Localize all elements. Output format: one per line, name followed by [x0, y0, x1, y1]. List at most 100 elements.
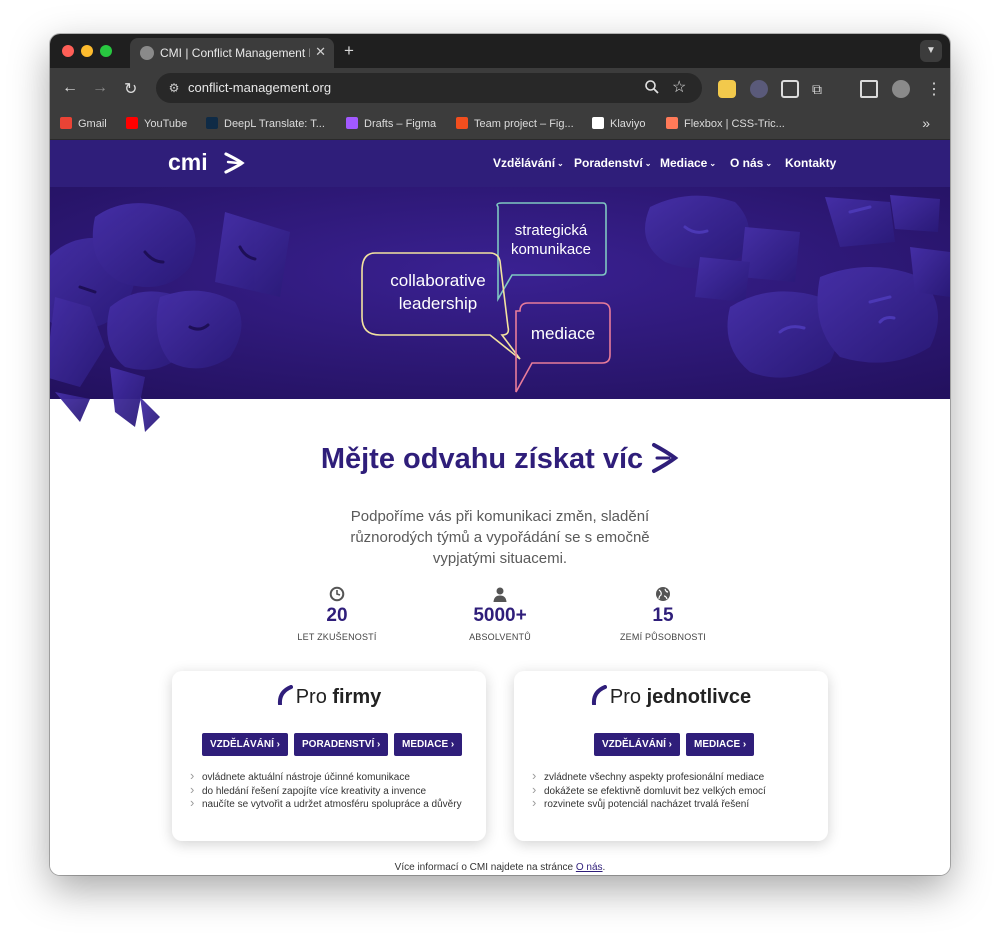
globe-icon — [655, 586, 671, 602]
cmi-chevron-icon — [652, 443, 679, 473]
nav-item[interactable]: Poradenství ⌄ — [574, 156, 651, 170]
bookmark-label: Team project – Fig... — [474, 118, 574, 130]
zoom-window-button[interactable] — [100, 45, 112, 57]
tab-search-icon[interactable] — [781, 80, 799, 98]
card-button[interactable]: VZDĚLÁVÁNÍ › — [202, 733, 289, 756]
minimize-window-button[interactable] — [81, 45, 93, 57]
card-button[interactable]: MEDIACE › — [394, 733, 463, 756]
bubble-text-line2: komunikace — [511, 241, 591, 258]
bookmark-item[interactable]: Gmail — [60, 117, 107, 130]
card-title-bold: firmy — [332, 686, 382, 708]
stat-label: LET ZKUŠENOSTÍ — [297, 632, 377, 642]
extension-icon[interactable] — [718, 80, 736, 98]
reload-button[interactable]: ↻ — [124, 79, 137, 99]
nav-item[interactable]: Mediace ⌄ — [660, 156, 716, 170]
chevron-down-icon: ⌄ — [709, 159, 717, 168]
card-button-label: PORADENSTVÍ — [302, 739, 375, 750]
bookmark-label: Klaviyo — [610, 118, 646, 130]
stat-item: 20 LET ZKUŠENOSTÍ — [262, 586, 412, 642]
bookmark-item[interactable]: Klaviyo — [592, 117, 645, 130]
zoom-icon[interactable] — [644, 79, 660, 98]
stat-item: 15 ZEMÍ PŮSOBNOSTI — [588, 586, 738, 642]
close-window-button[interactable] — [62, 45, 74, 57]
clock-icon — [329, 586, 345, 602]
card-button-label: VZDĚLÁVÁNÍ — [210, 739, 274, 750]
bubble-text: mediace — [531, 324, 595, 343]
avatar[interactable] — [892, 80, 910, 98]
bookmark-item[interactable]: YouTube — [126, 117, 187, 130]
stat-label: ABSOLVENTŮ — [469, 632, 531, 642]
nav-item[interactable]: Vzdělávání ⌄ — [493, 156, 564, 170]
close-icon[interactable]: ✕ — [315, 44, 326, 60]
browser-window: CMI | Conflict Management In ✕ + ▼ ← → ↻… — [50, 34, 950, 875]
side-panel-icon[interactable] — [860, 80, 878, 98]
nav-item[interactable]: Kontakty — [785, 156, 836, 170]
bubble-text-line1: collaborative — [390, 271, 485, 290]
card-title: Pro firmy — [172, 685, 486, 709]
deepl-icon — [206, 117, 218, 129]
bookmark-item[interactable]: Drafts – Figma — [346, 117, 436, 130]
more-menu-icon[interactable]: ⋮ — [926, 79, 942, 99]
card-button[interactable]: VZDĚLÁVÁNÍ › — [594, 733, 681, 756]
chevron-down-icon: ⌄ — [557, 159, 564, 168]
back-button[interactable]: ← — [62, 79, 78, 97]
chevron-right-icon: › — [665, 739, 673, 750]
stat-value: 5000+ — [473, 605, 527, 626]
nav-item-label: Vzdělávání — [493, 156, 556, 170]
logo-text: cmi — [168, 150, 208, 175]
chevron-right-icon: › — [374, 739, 381, 750]
tab-active[interactable]: CMI | Conflict Management In ✕ — [130, 38, 334, 68]
bubble-text-line1: strategická — [515, 222, 588, 239]
chevron-right-icon: › — [740, 739, 747, 750]
site-settings-icon[interactable]: ⚙ — [166, 80, 182, 96]
chevron-down-icon[interactable]: ▼ — [920, 40, 942, 62]
bookmark-item[interactable]: Team project – Fig... — [456, 117, 574, 130]
new-tab-button[interactable]: + — [344, 41, 354, 61]
card-title-prefix: Pro — [295, 686, 327, 708]
klaviyo-icon — [592, 117, 604, 129]
more-bookmarks-icon[interactable]: » — [922, 115, 930, 131]
bookmark-star-icon[interactable]: ☆ — [672, 77, 686, 97]
gmail-icon — [60, 117, 72, 129]
stat-item: 5000+ ABSOLVENTŮ — [425, 586, 575, 642]
chevron-down-icon: ⌄ — [644, 159, 652, 168]
puzzle-icon[interactable]: ⧉ — [812, 80, 830, 98]
card-button-label: MEDIACE — [402, 739, 449, 750]
cmi-logo[interactable]: cmi — [168, 150, 248, 176]
footnote-text: Více informací o CMI najdete na stránce — [394, 862, 574, 873]
nav-item-label: Kontakty — [785, 156, 837, 170]
web-page: cmi Vzdělávání ⌄ Poradenství ⌄ Mediace ⌄ O nás… — [50, 140, 950, 875]
card-title: Pro jednotlivce — [514, 685, 828, 709]
nav-item[interactable]: O nás ⌄ — [730, 156, 772, 170]
arc-mark-icon — [591, 685, 607, 705]
list-item: zvládnete všechny aspekty profesionální … — [532, 769, 766, 785]
bookmark-item[interactable]: DeepL Translate: T... — [206, 117, 325, 130]
headline-text: Mějte odvahu získat víc — [320, 443, 644, 475]
list-item: dokážete se efektivně domluvit bez velký… — [532, 783, 766, 799]
card-button[interactable]: MEDIACE › — [686, 733, 755, 756]
tab-strip: CMI | Conflict Management In ✕ + ▼ — [50, 34, 950, 68]
forward-button[interactable]: → — [92, 79, 108, 97]
extension-icon[interactable] — [750, 80, 768, 98]
card-bullet-list: ovládnete aktuální nástroje účinné komun… — [190, 769, 462, 812]
list-item: naučíte se vytvořit a udržet atmosféru s… — [190, 796, 462, 812]
bookmark-item[interactable]: Flexbox | CSS-Tric... — [666, 117, 785, 130]
address-bar[interactable]: ⚙ conflict-management.org ☆ — [156, 73, 702, 103]
about-link[interactable]: O nás — [576, 862, 603, 873]
stat-value: 15 — [652, 605, 674, 626]
figma-icon — [456, 117, 468, 129]
card-button[interactable]: PORADENSTVÍ › — [294, 733, 389, 756]
bookmark-label: DeepL Translate: T... — [224, 118, 325, 130]
chevron-down-icon: ⌄ — [765, 159, 773, 168]
youtube-icon — [126, 117, 138, 129]
nav-item-label: Poradenství — [574, 156, 643, 170]
browser-toolbar: ← → ↻ ⚙ conflict-management.org ☆ ⧉ ⋮ — [50, 68, 950, 110]
list-item: ovládnete aktuální nástroje účinné komun… — [190, 769, 462, 785]
stat-value: 20 — [326, 605, 348, 626]
hero-banner: strategická komunikace collaborative lea… — [50, 187, 950, 432]
url-text[interactable]: conflict-management.org — [188, 80, 331, 95]
chevron-right-icon: › — [448, 739, 455, 750]
bookmark-label: Flexbox | CSS-Tric... — [684, 118, 785, 130]
page-title: Mějte odvahu získat víc — [50, 442, 950, 476]
list-item: rozvinete svůj potenciál nacházet trvalá… — [532, 796, 766, 812]
